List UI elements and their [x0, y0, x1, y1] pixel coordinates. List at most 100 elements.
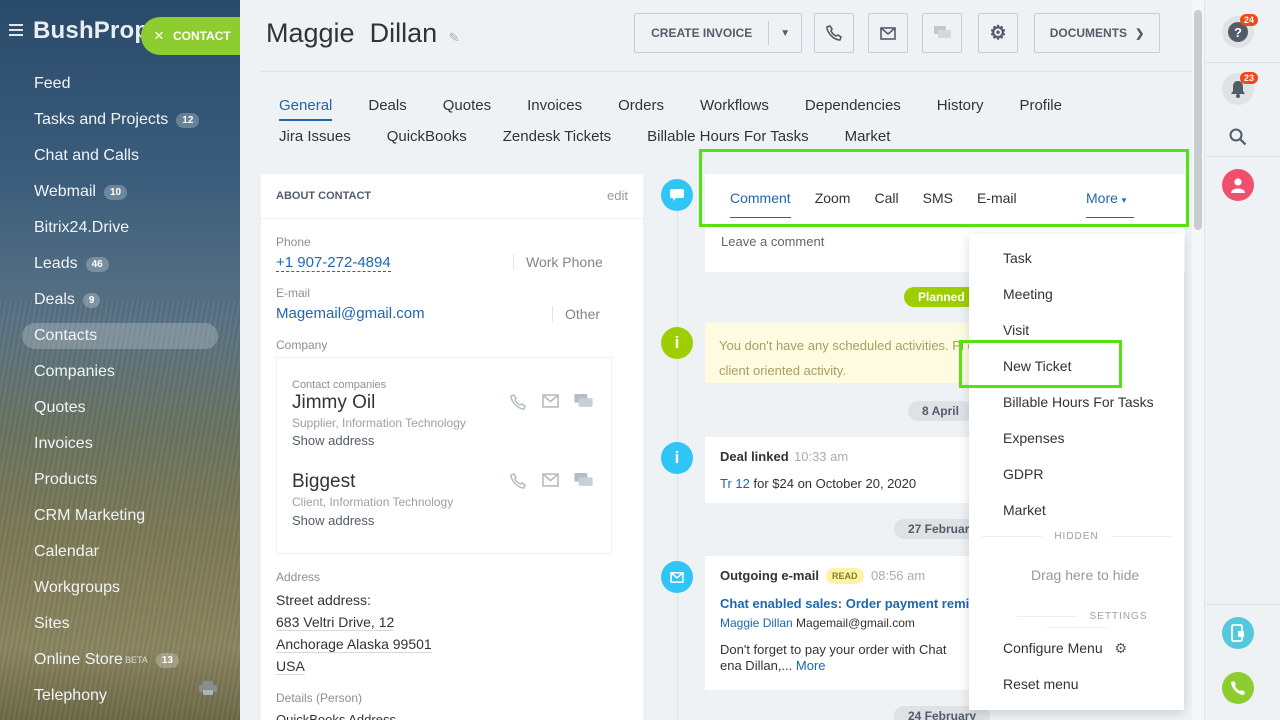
sidebar-item-calendar[interactable]: Calendar: [0, 534, 240, 570]
menu-item-expenses[interactable]: Expenses: [1003, 430, 1064, 446]
phone-label: Phone: [276, 235, 311, 249]
tab-profile[interactable]: Profile: [1019, 97, 1062, 114]
counter-badge: 9: [82, 292, 101, 308]
tab-market[interactable]: Market: [845, 128, 891, 145]
tab-billable-hours[interactable]: Billable Hours For Tasks: [647, 128, 808, 145]
close-contact-button[interactable]: × CONTACT: [141, 17, 240, 55]
envelope-icon[interactable]: [541, 473, 560, 487]
sidebar-item-companies[interactable]: Companies: [0, 354, 240, 390]
menu-item-task[interactable]: Task: [1003, 250, 1032, 266]
tab-quickbooks[interactable]: QuickBooks: [387, 128, 467, 145]
documents-label: DOCUMENTS: [1049, 26, 1128, 40]
chat-button[interactable]: [922, 13, 962, 53]
sidebar-item-chat[interactable]: Chat and Calls: [0, 138, 240, 174]
chat-icon[interactable]: [574, 394, 593, 409]
printer-icon[interactable]: [199, 681, 217, 695]
company-label: Company: [276, 338, 328, 352]
sidebar-item-deals[interactable]: Deals 9: [0, 282, 240, 318]
menu-item-market[interactable]: Market: [1003, 502, 1046, 518]
counter-badge: 10: [103, 184, 128, 200]
chat-icon: [933, 26, 951, 38]
sidebar-item-workgroups[interactable]: Workgroups: [0, 570, 240, 606]
sidebar-item-sites[interactable]: Sites: [0, 606, 240, 642]
user-avatar[interactable]: [1222, 169, 1254, 201]
menu-burger-icon[interactable]: [9, 24, 23, 38]
show-address-link[interactable]: Show address: [292, 433, 374, 448]
sidebar-item-label: Online Store: [34, 651, 123, 668]
sidebar-item-label: Workgroups: [34, 579, 120, 596]
contact-last-name: Dillan: [369, 18, 438, 48]
page-scrollbar[interactable]: [1192, 0, 1204, 720]
tab-workflows[interactable]: Workflows: [700, 97, 769, 114]
portal-logo[interactable]: BushProp: [33, 17, 149, 45]
envelope-icon[interactable]: [541, 394, 560, 408]
email-subject-link[interactable]: Chat enabled sales: Order payment remi: [720, 596, 969, 611]
menu-item-meeting[interactable]: Meeting: [1003, 286, 1053, 302]
tab-general[interactable]: General: [279, 97, 333, 121]
tab-dependencies[interactable]: Dependencies: [805, 97, 901, 114]
sidebar-item-feed[interactable]: Feed: [0, 66, 240, 102]
chat-icon[interactable]: [574, 473, 593, 488]
menu-item-reset[interactable]: Reset menu: [1003, 676, 1078, 692]
email-from-name[interactable]: Maggie Dillan: [720, 616, 793, 630]
comment-bubble-icon: [661, 179, 693, 211]
sidebar-item-online-store[interactable]: Online Store BETA 13: [0, 642, 240, 678]
company-actions: [509, 473, 593, 489]
tab-quotes[interactable]: Quotes: [443, 97, 491, 114]
sidebar-item-contacts[interactable]: Contacts: [22, 323, 218, 349]
company-name[interactable]: Jimmy Oil: [292, 392, 375, 414]
email-body: Don't forget to pay your order with Chat…: [720, 642, 970, 674]
quickbooks-address-label: QuickBooks Address: [276, 712, 396, 720]
phone-link[interactable]: +1 907-272-4894: [276, 254, 391, 272]
tab-jira-issues[interactable]: Jira Issues: [279, 128, 351, 145]
tab-invoices[interactable]: Invoices: [527, 97, 582, 114]
sidebar-item-crm-marketing[interactable]: CRM Marketing: [0, 498, 240, 534]
menu-item-configure[interactable]: Configure Menu ⚙: [1003, 640, 1127, 657]
phone-icon[interactable]: [509, 473, 527, 489]
menu-item-visit[interactable]: Visit: [1003, 322, 1029, 338]
sidebar-item-leads[interactable]: Leads 46: [0, 246, 240, 282]
email-button[interactable]: [868, 13, 908, 53]
more-dropdown-menu: Task Meeting Visit New Ticket Billable H…: [969, 234, 1184, 710]
company-name[interactable]: Biggest: [292, 471, 355, 493]
email-type: Other: [552, 306, 600, 322]
search-button[interactable]: [1222, 121, 1254, 153]
tab-orders[interactable]: Orders: [618, 97, 664, 114]
show-address-link[interactable]: Show address: [292, 513, 374, 528]
deal-link[interactable]: Tr 12: [720, 476, 750, 491]
settings-button[interactable]: ⚙: [978, 13, 1018, 53]
menu-item-billable-hours[interactable]: Billable Hours For Tasks: [1003, 394, 1154, 410]
email-link[interactable]: Magemail@gmail.com: [276, 305, 425, 322]
company-list: Contact companies Jimmy Oil Supplier, In…: [276, 357, 612, 554]
info-icon: i: [661, 327, 693, 359]
create-invoice-button[interactable]: CREATE INVOICE ▼: [634, 13, 802, 53]
call-button[interactable]: [814, 13, 854, 53]
sidebar-item-label: Webmail: [34, 183, 96, 200]
tab-deals[interactable]: Deals: [368, 97, 406, 114]
comment-input[interactable]: Leave a comment: [721, 234, 824, 249]
scrollbar-thumb[interactable]: [1194, 10, 1202, 230]
chevron-down-icon[interactable]: ▼: [769, 28, 801, 39]
sidebar-item-products[interactable]: Products: [0, 462, 240, 498]
sidebar-item-drive[interactable]: Bitrix24.Drive: [0, 210, 240, 246]
pencil-icon[interactable]: ✎: [449, 30, 460, 45]
call-start-button[interactable]: [1222, 672, 1254, 704]
menu-item-gdpr[interactable]: GDPR: [1003, 466, 1043, 482]
drag-to-hide-zone[interactable]: Drag here to hide: [1031, 567, 1139, 583]
sidebar-item-webmail[interactable]: Webmail 10: [0, 174, 240, 210]
phone-icon[interactable]: [509, 394, 527, 410]
tab-history[interactable]: History: [937, 97, 984, 114]
email-card-time: 08:56 am: [871, 568, 926, 583]
sidebar-item-tasks[interactable]: Tasks and Projects 12: [0, 102, 240, 138]
header-divider: [260, 71, 1192, 72]
documents-button[interactable]: DOCUMENTS ❯: [1034, 13, 1160, 53]
sidebar-item-invoices[interactable]: Invoices: [0, 426, 240, 462]
mobile-app-button[interactable]: [1222, 617, 1254, 649]
sidebar-item-label: Chat and Calls: [34, 147, 139, 164]
tab-row: General Deals Quotes Invoices Orders Wor…: [279, 90, 1179, 121]
street-label: Street address:: [276, 592, 371, 608]
about-edit-link[interactable]: edit: [607, 188, 628, 203]
tab-zendesk-tickets[interactable]: Zendesk Tickets: [503, 128, 611, 145]
sidebar-item-quotes[interactable]: Quotes: [0, 390, 240, 426]
email-more-link[interactable]: More: [796, 658, 826, 673]
